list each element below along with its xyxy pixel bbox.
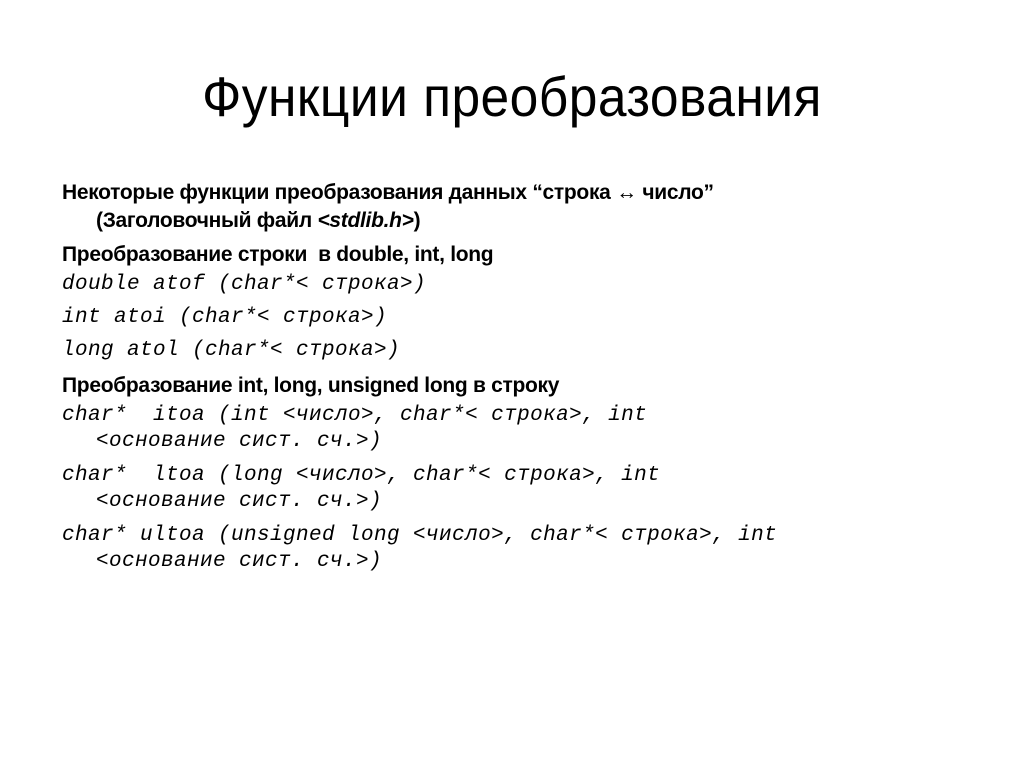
section-string-to-number: Преобразование строки в double, int, lon… bbox=[62, 243, 494, 266]
code-ultoa: char* ultoa (unsigned long <число>, char… bbox=[62, 523, 982, 575]
code-ltoa-line-1: char* ltoa (long <число>, char*< строка>… bbox=[62, 464, 661, 487]
header-file-note: (Заголовочный файл <stdlib.h>) bbox=[62, 206, 982, 240]
section-number-to-string: Преобразование int, long, unsigned long … bbox=[62, 374, 560, 397]
code-itoa: char* itoa (int <число>, char*< строка>,… bbox=[62, 403, 982, 455]
slide-body: Некоторые функции преобразования данных … bbox=[62, 178, 982, 583]
code-itoa-line-1: char* itoa (int <число>, char*< строка>,… bbox=[62, 404, 648, 427]
code-ltoa-line-2: <основание сист. сч.>) bbox=[96, 490, 383, 513]
code-atof: double atof (char*< строка>) bbox=[62, 273, 427, 296]
header-file-name: <stdlib.h> bbox=[317, 209, 414, 232]
code-itoa-line-2: <основание сист. сч.>) bbox=[96, 430, 383, 453]
slide-title: Функции преобразования bbox=[202, 65, 822, 128]
code-ltoa: char* ltoa (long <число>, char*< строка>… bbox=[62, 463, 982, 515]
slide: Функции преобразования Некоторые функции… bbox=[0, 0, 1024, 767]
header-suffix: ) bbox=[413, 209, 421, 232]
header-prefix: (Заголовочный файл bbox=[96, 209, 318, 232]
code-atoi: int atoi (char*< строка>) bbox=[62, 306, 388, 329]
code-ultoa-line-1: char* ultoa (unsigned long <число>, char… bbox=[62, 524, 778, 547]
code-atol: long atol (char*< строка>) bbox=[62, 339, 401, 362]
intro-text: Некоторые функции преобразования данных … bbox=[62, 181, 714, 204]
code-ultoa-line-2: <основание сист. сч.>) bbox=[96, 550, 383, 573]
